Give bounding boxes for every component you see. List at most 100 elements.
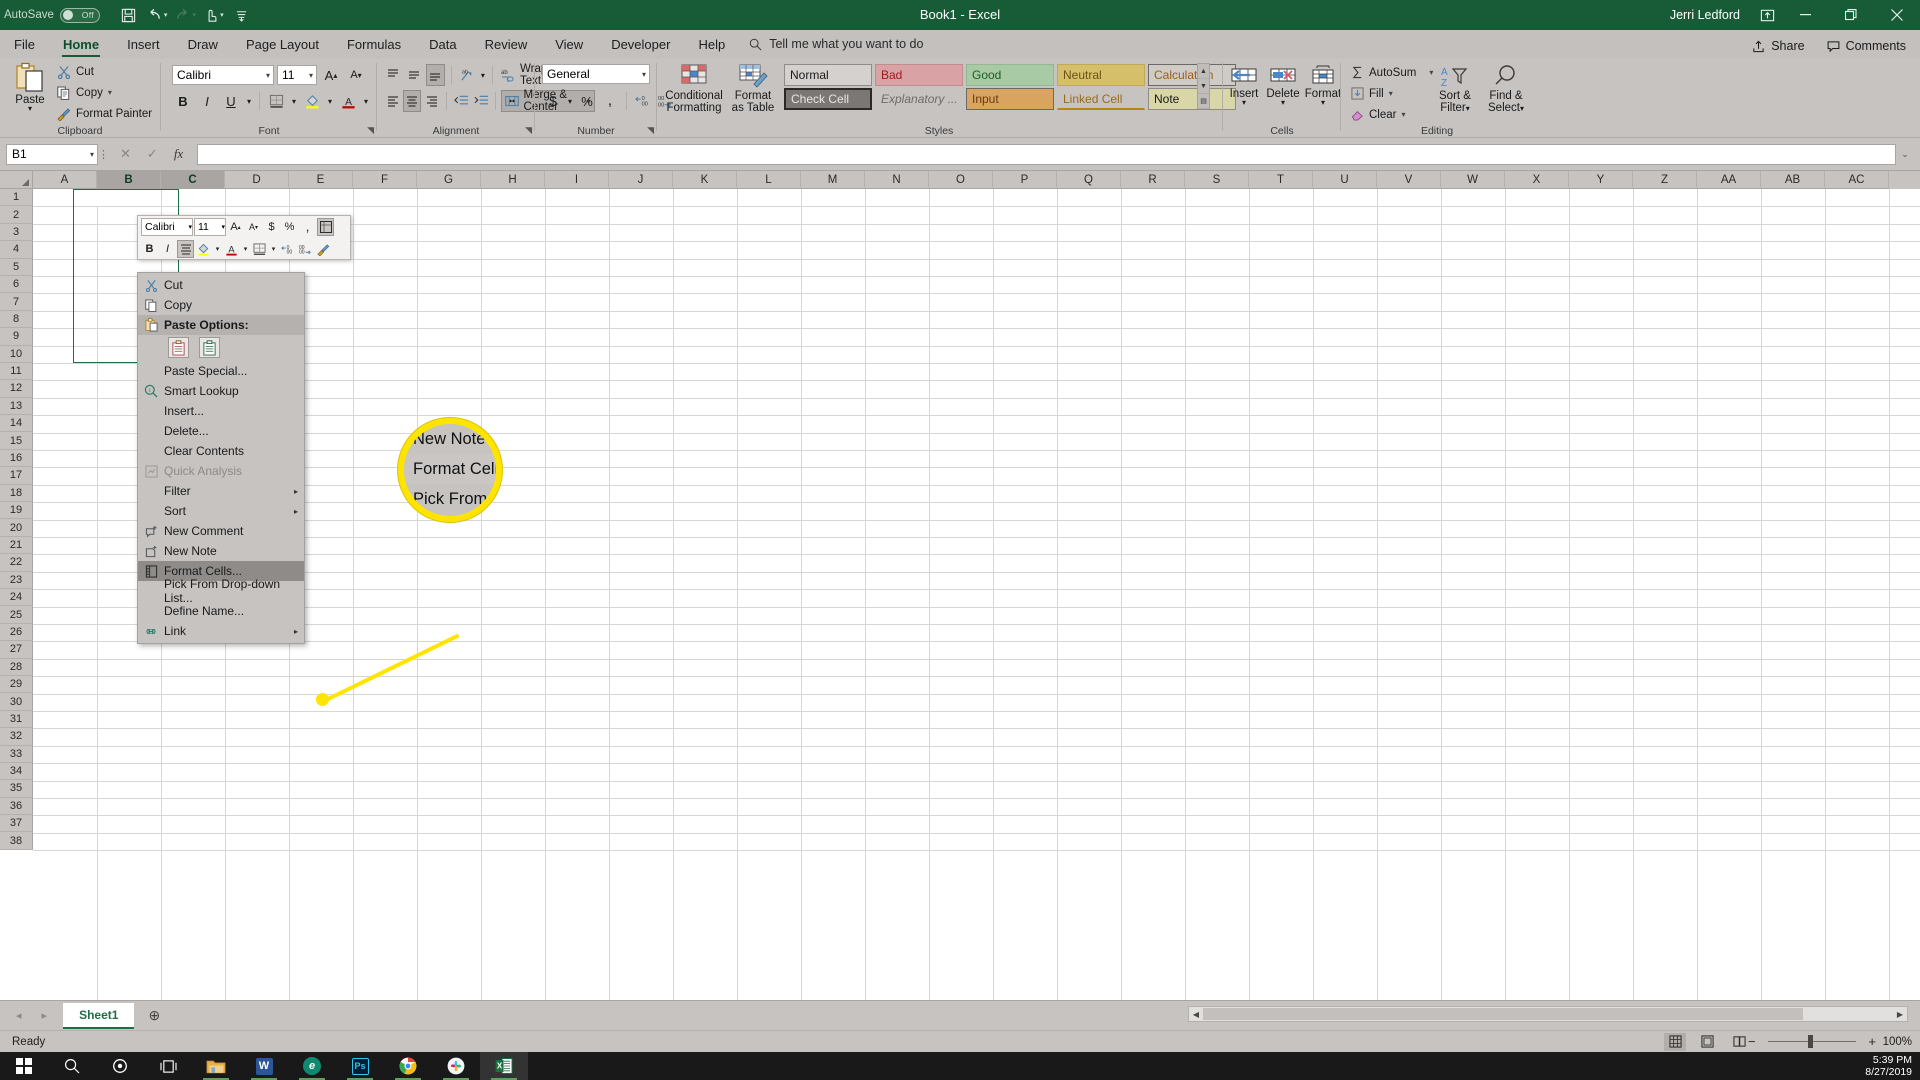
accounting-format-button[interactable]: $ [542,90,564,112]
row-header-6[interactable]: 6 [0,275,33,294]
zoom-slider[interactable]: − + [1748,1034,1876,1050]
row-header-34[interactable]: 34 [0,762,33,781]
redo-button[interactable]: ▾ [172,3,199,27]
context-menu-item-cut[interactable]: Cut [138,275,304,295]
tab-draw[interactable]: Draw [174,30,232,58]
share-button[interactable]: Share [1744,37,1812,55]
row-header-12[interactable]: 12 [0,380,33,398]
previous-sheet-icon[interactable]: ◂ [16,1009,22,1022]
row-header-19[interactable]: 19 [0,502,33,520]
column-header-e[interactable]: E [289,171,353,189]
chrome-icon[interactable] [384,1052,432,1080]
cell-style-input[interactable]: Input [966,88,1054,110]
copy-button[interactable]: Copy ▾ [54,82,155,103]
row-header-3[interactable]: 3 [0,223,33,242]
gallery-scroll-up-icon[interactable]: ▲ [1198,64,1209,79]
row-header-2[interactable]: 2 [0,206,33,224]
zoom-out-button[interactable]: − [1748,1034,1756,1049]
column-header-m[interactable]: M [801,171,865,189]
insert-function-icon[interactable]: fx [174,146,183,162]
bold-button[interactable]: B [172,90,194,112]
row-header-38[interactable]: 38 [0,832,33,850]
column-header-p[interactable]: P [993,171,1057,189]
row-header-33[interactable]: 33 [0,745,33,763]
font-color-dropdown[interactable]: ▾ [361,90,371,112]
orientation-button[interactable]: ab [458,64,477,86]
column-header-ab[interactable]: AB [1761,171,1825,189]
active-cell[interactable] [74,190,126,206]
mini-comma-style[interactable]: , [299,218,316,236]
tab-insert[interactable]: Insert [113,30,174,58]
mini-align-button[interactable] [177,240,194,258]
align-bottom-button[interactable] [425,64,445,86]
format-cells-ribbon-button[interactable]: Format ▾ [1304,62,1342,107]
context-menu-item-copy[interactable]: Copy [138,295,304,315]
undo-button[interactable]: ▾ [144,3,171,27]
align-right-button[interactable] [423,90,440,112]
sort-filter-button[interactable]: AZ Sort & Filter▾ [1432,62,1478,115]
horizontal-sc roll-thumb[interactable] [1203,1008,1803,1020]
word-icon[interactable]: W [240,1052,288,1080]
fill-color-dropdown[interactable]: ▾ [325,90,335,112]
gallery-scroll-down-icon[interactable]: ▼ [1198,79,1209,94]
column-header-l[interactable]: L [737,171,801,189]
mini-toolbar[interactable]: Calibri ▾ 11 ▾ A ▴ A ▾ $ % , B I ▾ A ▾ ▾… [137,215,351,260]
close-button[interactable] [1874,0,1920,30]
column-header-n[interactable]: N [865,171,929,189]
row-header-11[interactable]: 11 [0,362,33,381]
tab-page-layout[interactable]: Page Layout [232,30,333,58]
row-header-25[interactable]: 25 [0,606,33,624]
decrease-font-size-button[interactable]: A ▾ [345,64,367,86]
mini-accounting-format[interactable]: $ [263,218,280,236]
touch-mouse-mode-button[interactable]: ▾ [201,3,227,27]
row-header-21[interactable]: 21 [0,536,33,555]
row-header-26[interactable]: 26 [0,623,33,642]
mini-decrease-decimal[interactable]: 00 00 [297,240,314,258]
borders-dropdown[interactable]: ▾ [289,90,299,112]
row-header-14[interactable]: 14 [0,415,33,433]
mini-fill-color-button[interactable] [195,240,212,258]
column-header-i[interactable]: I [545,171,609,189]
row-header-23[interactable]: 23 [0,571,33,589]
row-header-10[interactable]: 10 [0,345,33,363]
column-header-u[interactable]: U [1313,171,1377,189]
tab-file[interactable]: File [0,30,49,58]
taskbar-clock[interactable]: 5:39 PM 8/27/2019 [1865,1052,1912,1080]
scroll-left-icon[interactable]: ◀ [1189,1010,1203,1019]
row-header-13[interactable]: 13 [0,397,33,416]
mini-bold-button[interactable]: B [141,240,158,258]
context-menu-item-pick-from-dropdown-list[interactable]: Pick From Drop-down List... [138,577,304,605]
autosum-button[interactable]: AutoSum ▾ [1348,62,1436,83]
tab-developer[interactable]: Developer [597,30,684,58]
mini-font-color-dropdown[interactable]: ▾ [241,240,250,258]
column-header-b[interactable]: B [97,171,161,189]
row-header-35[interactable]: 35 [0,780,33,798]
row-header-29[interactable]: 29 [0,675,33,694]
cut-button[interactable]: Cut [54,61,155,82]
column-header-c[interactable]: C [161,171,225,189]
font-dialog-launcher[interactable]: ◥ [367,125,374,136]
row-header-20[interactable]: 20 [0,519,33,537]
expand-formula-bar-icon[interactable]: ⌄ [1896,149,1914,160]
tab-view[interactable]: View [541,30,597,58]
paste-option-values[interactable] [199,337,220,358]
formula-input[interactable] [197,143,1896,165]
mini-format-painter-button[interactable] [315,240,332,258]
cell-style-neutral[interactable]: Neutral [1057,64,1145,86]
start-button[interactable] [0,1052,48,1080]
align-middle-button[interactable] [405,64,424,86]
file-explorer-icon[interactable] [192,1052,240,1080]
tell-me-search[interactable]: Tell me what you want to do [739,30,933,58]
minimize-button[interactable] [1782,0,1828,30]
column-header-g[interactable]: G [417,171,481,189]
row-header-18[interactable]: 18 [0,484,33,503]
context-menu-item-new-comment[interactable]: New Comment [138,521,304,541]
tab-data[interactable]: Data [415,30,470,58]
row-header-27[interactable]: 27 [0,641,33,659]
row-header-16[interactable]: 16 [0,449,33,468]
borders-button[interactable] [265,90,287,112]
italic-button[interactable]: I [196,90,218,112]
row-header-24[interactable]: 24 [0,588,33,607]
row-header-5[interactable]: 5 [0,258,33,276]
name-box[interactable]: B1 ▾ [6,143,98,165]
